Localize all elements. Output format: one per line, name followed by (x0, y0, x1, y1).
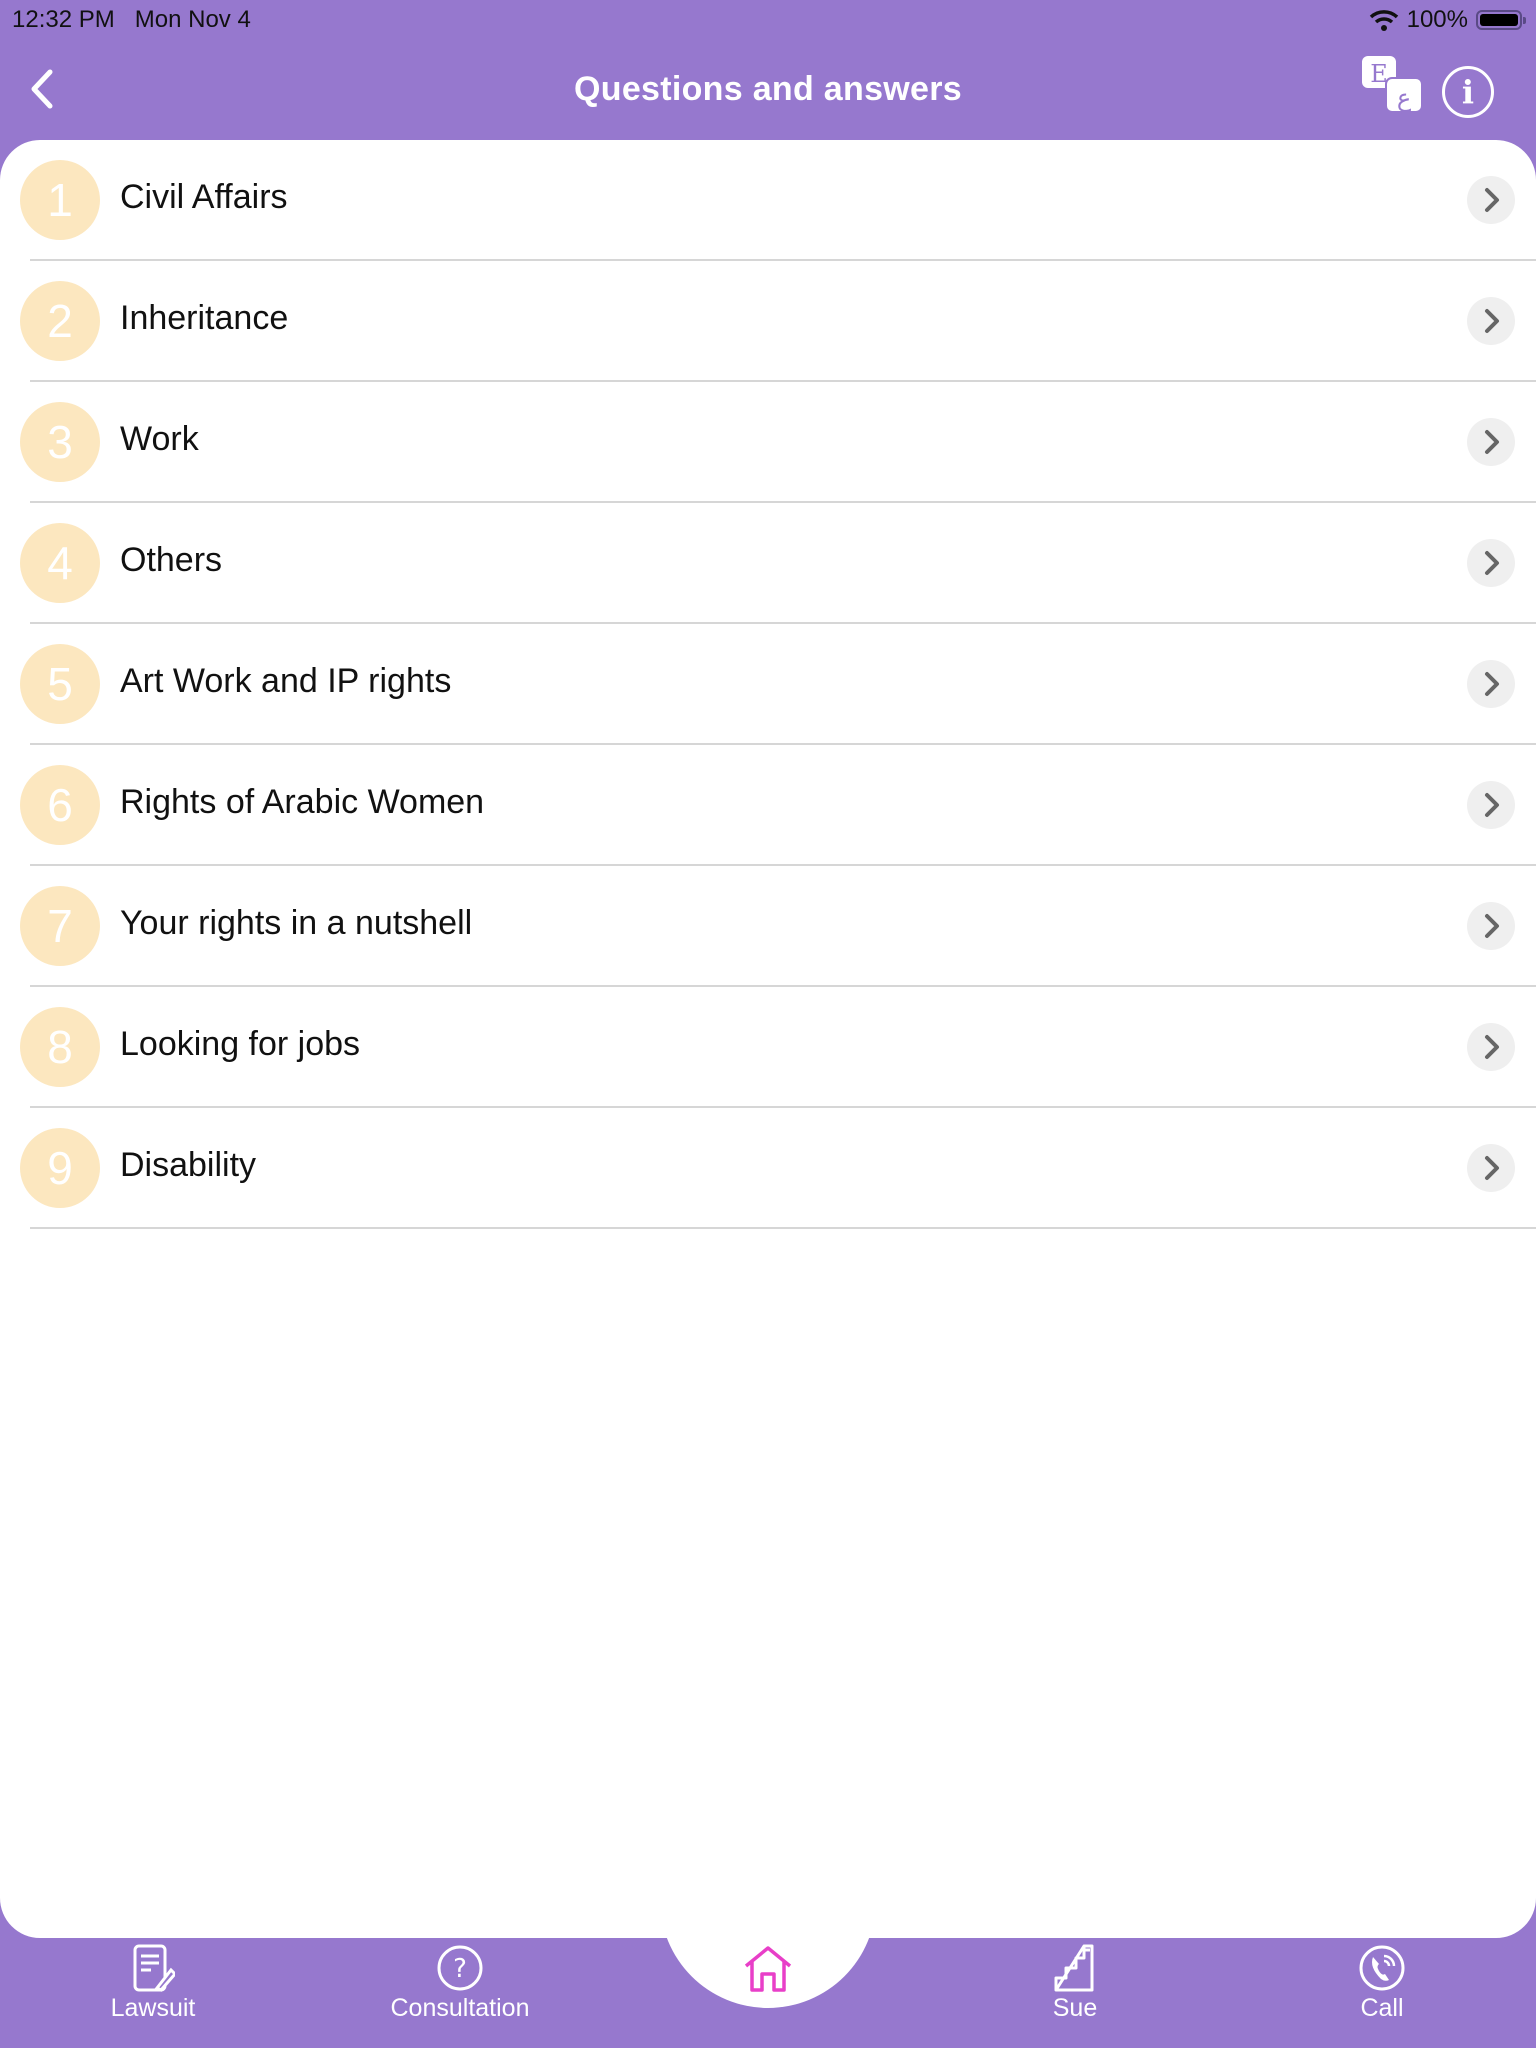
item-label: Others (120, 541, 223, 579)
list-item[interactable]: 4 Others (0, 503, 1536, 624)
item-number-badge: 5 (20, 644, 100, 724)
list-item[interactable]: 5 Art Work and IP rights (0, 624, 1536, 745)
tab-home[interactable] (740, 1944, 796, 1994)
item-number-badge: 6 (20, 765, 100, 845)
svg-text:?: ? (453, 1954, 467, 1984)
chevron-right-icon[interactable] (1467, 1144, 1515, 1192)
list-item[interactable]: 8 Looking for jobs (0, 987, 1536, 1108)
chevron-right-icon[interactable] (1467, 1023, 1515, 1071)
item-label: Art Work and IP rights (120, 662, 452, 700)
chevron-right-icon[interactable] (1467, 418, 1515, 466)
item-number-badge: 3 (20, 402, 100, 482)
categories-list: 1 Civil Affairs 2 Inheritance 3 Work 4 Others 5 A… (0, 140, 1536, 1938)
item-label: Inheritance (120, 299, 289, 337)
item-label: Disability (120, 1146, 257, 1184)
wifi-icon (1369, 10, 1398, 31)
chevron-right-icon[interactable] (1467, 539, 1515, 587)
item-label: Rights of Arabic Women (120, 783, 485, 821)
list-item[interactable]: 6 Rights of Arabic Women (0, 745, 1536, 866)
tab-label: Consultation (390, 1994, 530, 2022)
chevron-right-icon[interactable] (1467, 297, 1515, 345)
page-title: Questions and answers (574, 70, 962, 108)
info-button[interactable]: i (1442, 66, 1494, 118)
tab-label: Call (1360, 1994, 1404, 2022)
tab-lawsuit[interactable]: Lawsuit (53, 1944, 253, 2023)
item-label: Looking for jobs (120, 1025, 361, 1063)
list-item[interactable]: 3 Work (0, 382, 1536, 503)
list-item[interactable]: 7 Your rights in a nutshell (0, 866, 1536, 987)
stairs-icon (1054, 1944, 1094, 1992)
item-number-badge: 7 (20, 886, 100, 966)
list-item[interactable]: 2 Inheritance (0, 261, 1536, 382)
svg-text:ع: ع (1397, 84, 1412, 112)
document-edit-icon (133, 1944, 175, 1992)
item-number-badge: 8 (20, 1007, 100, 1087)
language-switch-icon[interactable]: E ع (1360, 54, 1424, 114)
item-number-badge: 9 (20, 1128, 100, 1208)
status-time: 12:32 PM Mon Nov 4 (12, 6, 251, 33)
battery-icon (1476, 10, 1526, 30)
tab-call[interactable]: Call (1282, 1944, 1482, 2023)
item-label: Civil Affairs (120, 178, 288, 216)
tab-sue[interactable]: Sue (975, 1944, 1175, 2023)
item-number-badge: 1 (20, 160, 100, 240)
nav-header: Questions and answers E ع i (0, 40, 1536, 140)
item-number-badge: 2 (20, 281, 100, 361)
tab-label: Sue (1052, 1994, 1098, 2022)
list-item[interactable]: 9 Disability (0, 1108, 1536, 1229)
status-bar: 12:32 PM Mon Nov 4 100% (0, 0, 1536, 40)
chevron-right-icon[interactable] (1467, 176, 1515, 224)
divider (30, 1227, 1536, 1229)
chevron-right-icon[interactable] (1467, 902, 1515, 950)
battery-percent: 100% (1406, 6, 1468, 33)
question-circle-icon: ? (437, 1945, 483, 1991)
item-number-badge: 4 (20, 523, 100, 603)
item-label: Your rights in a nutshell (120, 904, 473, 942)
tab-label: Lawsuit (110, 1994, 196, 2022)
item-label: Work (120, 420, 199, 458)
chevron-right-icon[interactable] (1467, 660, 1515, 708)
chevron-right-icon[interactable] (1467, 781, 1515, 829)
tab-consultation[interactable]: ? Consultation (360, 1944, 560, 2023)
phone-icon (1359, 1945, 1405, 1991)
list-item[interactable]: 1 Civil Affairs (0, 140, 1536, 261)
